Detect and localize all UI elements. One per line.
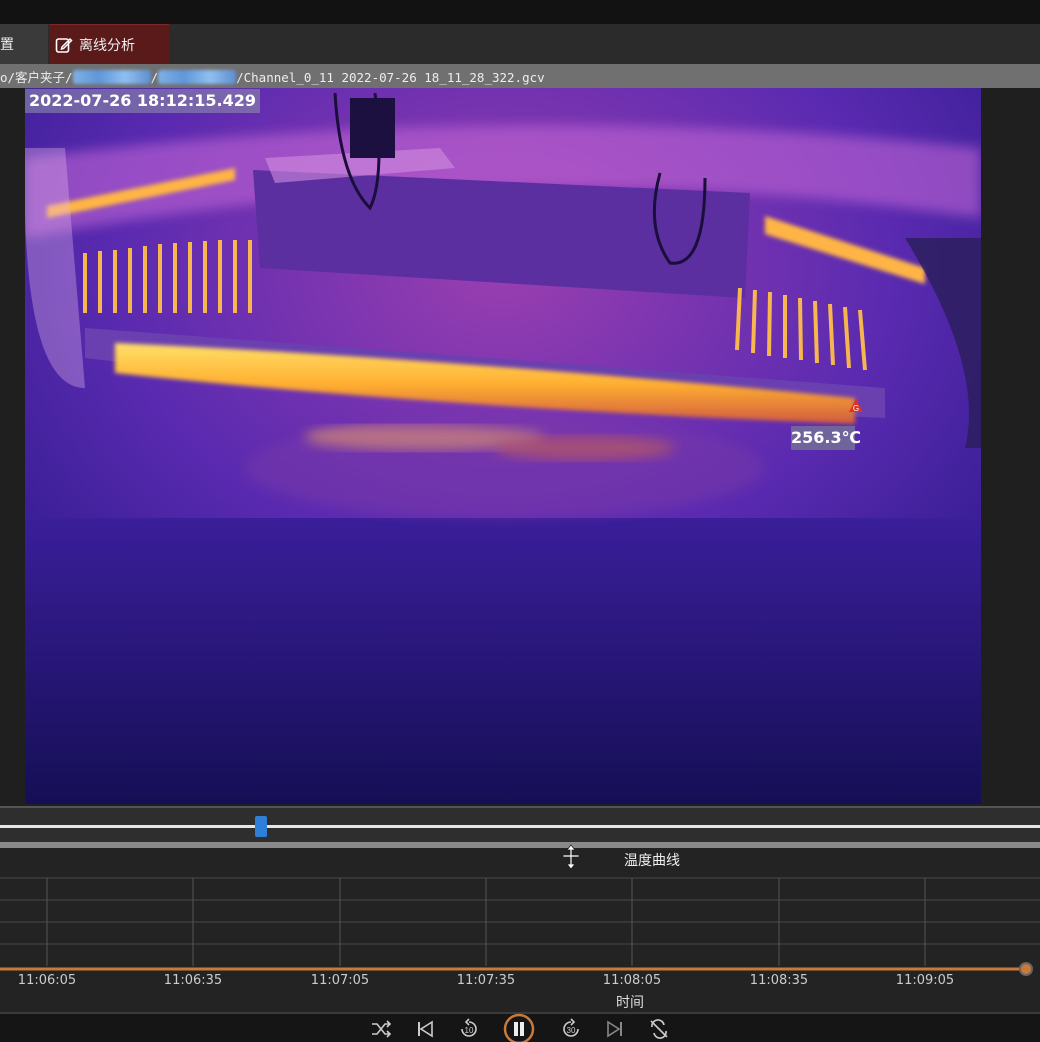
tab-settings-label: 置 xyxy=(0,37,14,53)
timeline-thumb[interactable] xyxy=(255,816,267,837)
x-tick-label: 11:07:05 xyxy=(310,973,370,988)
next-icon[interactable] xyxy=(604,1018,626,1040)
previous-icon[interactable] xyxy=(414,1018,436,1040)
tab-offline-analysis[interactable]: 离线分析 xyxy=(49,24,169,65)
x-tick-label: 11:06:35 xyxy=(163,973,223,988)
x-tick-label: 11:06:05 xyxy=(17,973,77,988)
file-path-bar: o/客户夹子///Channel_0_11 2022-07-26 18_11_2… xyxy=(0,64,1040,152)
tab-bar: 置 离线分析 xyxy=(0,24,1040,65)
svg-text:G: G xyxy=(853,404,859,413)
redacted-folder xyxy=(72,70,151,84)
forward-30-icon[interactable]: 30 xyxy=(560,1018,582,1040)
timestamp-overlay: 2022-07-26 18:12:15.429 xyxy=(25,89,260,113)
shuffle-icon[interactable] xyxy=(370,1018,392,1040)
edit-icon xyxy=(55,37,73,53)
tab-offline-label: 离线分析 xyxy=(79,38,135,54)
redacted-folder xyxy=(158,70,237,84)
x-tick-label: 11:08:35 xyxy=(749,973,809,988)
x-axis-label: 时间 xyxy=(616,995,644,1011)
series-end-point[interactable] xyxy=(1019,962,1033,976)
pause-icon[interactable] xyxy=(503,1013,535,1042)
title-bar xyxy=(0,0,1040,25)
max-temp-marker-icon[interactable]: G xyxy=(848,398,864,414)
temperature-label: 256.3℃ xyxy=(791,426,861,450)
temperature-chart: 温度曲线 时间 11:06:05 11:06:35 11:07:05 11:07:35… xyxy=(0,844,1040,1012)
tab-settings[interactable]: 置 xyxy=(0,24,48,64)
rewind-10-icon[interactable]: 10 xyxy=(458,1018,480,1040)
svg-text:30: 30 xyxy=(567,1026,576,1035)
timeline-track[interactable] xyxy=(0,825,1040,828)
loop-icon[interactable] xyxy=(648,1018,670,1040)
x-tick-label: 11:07:35 xyxy=(456,973,516,988)
file-path: o/客户夹子///Channel_0_11 2022-07-26 18_11_2… xyxy=(0,70,545,85)
svg-text:10: 10 xyxy=(465,1026,474,1035)
x-tick-label: 11:09:05 xyxy=(895,973,955,988)
x-tick-label: 11:08:05 xyxy=(602,973,662,988)
playback-controls: 10 30 xyxy=(0,1012,1040,1042)
